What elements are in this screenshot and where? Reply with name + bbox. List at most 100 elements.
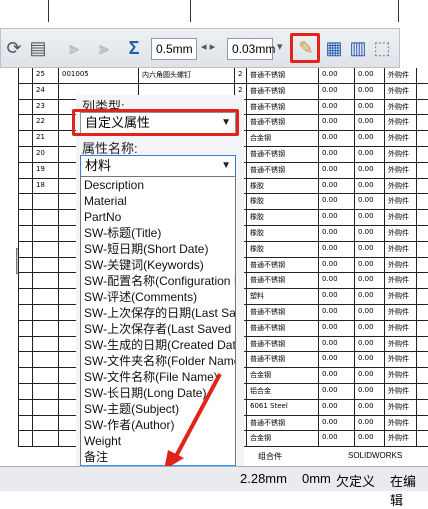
table-cell-note: 外购件 [388, 387, 409, 395]
table-gridline [384, 399, 385, 415]
table-gridline [18, 178, 19, 194]
table-gridline [58, 194, 59, 210]
table-gridline [384, 336, 385, 352]
table-gridline [354, 147, 355, 162]
table-gridline [384, 226, 385, 241]
dropdown-option[interactable]: Description [81, 177, 235, 193]
table-gridline [318, 352, 319, 368]
table-gridline [318, 162, 319, 178]
sum-icon[interactable]: Σ [123, 37, 145, 59]
table-gridline [416, 241, 417, 257]
dropdown-option[interactable]: SW-上次保存的日期(Last Saved Date) [81, 305, 235, 321]
table-gridline [18, 289, 19, 304]
table-cell-w2: 0.00 [358, 180, 374, 189]
property-name-select[interactable]: 材料 ▼ [80, 155, 236, 177]
align-center-icon[interactable]: ⫸ [93, 37, 115, 59]
table-cell-w2: 0.00 [358, 212, 374, 221]
highlight-box-toolbar [290, 33, 320, 63]
table-gridline [416, 115, 417, 131]
table-gridline [416, 210, 417, 225]
table-cell-w1: 0.00 [322, 243, 338, 252]
table-gridline [416, 131, 417, 146]
grid-icon[interactable]: ▦ [323, 37, 345, 59]
table-cell-w2: 0.00 [358, 307, 374, 315]
dropdown-option[interactable]: SW-配置名称(Configuration Name) [81, 273, 235, 289]
table-gridline [354, 399, 355, 415]
dashed-grid-icon[interactable]: ⬚ [371, 37, 393, 59]
table-cell-w1: 0.00 [322, 291, 338, 300]
dropdown-option[interactable]: SW-上次保存者(Last Saved By) [81, 321, 235, 337]
table-cell-note: 外购件 [388, 86, 409, 95]
table-cell-no: 21 [36, 133, 45, 142]
table-gridline [246, 399, 247, 415]
row-height-input[interactable]: 0.5mm [151, 38, 197, 60]
table-cell-w1: 0.00 [322, 228, 338, 236]
table-icon[interactable]: ▤ [27, 37, 49, 59]
table-gridline [354, 115, 355, 131]
table-gridline [384, 257, 385, 273]
spinner-icon[interactable]: ◂ ▸ [201, 40, 215, 53]
dropdown-option[interactable]: SW-文件夹名称(Folder Name) [81, 353, 235, 369]
table-gridline [354, 68, 355, 83]
table-gridline [58, 257, 59, 273]
table-cell-mat: 普通不锈钢 [250, 355, 285, 364]
table-cell-mat: 合金钢 [250, 434, 271, 443]
rotate-icon[interactable]: ⟳ [3, 37, 25, 59]
table-cell-no: 25 [36, 70, 45, 78]
table-gridline [246, 226, 247, 241]
table-toolbar: ⟳ ▤ ⫸ ⫸ Σ 0.5mm ◂ ▸ 0.03mm ▾ ✎ ▦ ▥ ⬚ [0, 28, 400, 68]
table-gridline [18, 131, 19, 146]
table-gridline [58, 115, 59, 131]
table-layout-icon[interactable]: ▥ [347, 37, 369, 59]
table-cell-w1: 0.00 [322, 354, 338, 363]
table-cell-mat: 普通不锈钢 [250, 71, 285, 79]
dropdown-option[interactable]: SW-标题(Title) [81, 225, 235, 241]
table-gridline [58, 415, 59, 431]
table-gridline [18, 210, 19, 225]
table-gridline [318, 147, 319, 162]
dropdown-option[interactable]: PartNo [81, 209, 235, 225]
table-cell-note: 外购件 [388, 71, 409, 79]
table-cell-w1: 0.00 [322, 386, 338, 394]
table-gridline [32, 131, 33, 146]
column-width-input[interactable]: 0.03mm [227, 38, 275, 60]
align-left-icon[interactable]: ⫸ [63, 37, 85, 59]
table-gridline [58, 178, 59, 194]
dropdown-option[interactable]: SW-生成的日期(Created Date) [81, 337, 235, 353]
table-cell-mat: 普通不锈钢 [250, 150, 285, 158]
table-gridline [246, 415, 247, 431]
table-gridline [354, 336, 355, 352]
table-gridline [354, 431, 355, 447]
table-cell-note: 外购件 [388, 181, 409, 190]
table-gridline [58, 162, 59, 178]
chevron-down-icon[interactable]: ▾ [277, 40, 283, 53]
dropdown-option[interactable]: Material [81, 193, 235, 209]
table-gridline [32, 83, 33, 99]
table-gridline [58, 99, 59, 115]
table-gridline [416, 415, 417, 431]
table-cell-mat: 普通不锈钢 [250, 118, 285, 127]
dropdown-option[interactable]: SW-关键词(Keywords) [81, 257, 235, 273]
table-gridline [32, 147, 33, 162]
table-gridline [416, 68, 417, 83]
dropdown-option[interactable]: SW-短日期(Short Date) [81, 241, 235, 257]
table-gridline [318, 194, 319, 210]
table-gridline [354, 226, 355, 241]
table-cell-mat: 橡胶 [250, 244, 264, 253]
status-definition: 欠定义 [336, 474, 376, 489]
table-gridline [58, 147, 59, 162]
table-cell-mat: 普通不锈钢 [250, 323, 285, 332]
table-gridline [416, 178, 417, 194]
table-cell-no: 20 [36, 149, 45, 157]
table-cell-w1: 0.00 [322, 85, 338, 94]
table-cell-w2: 0.00 [358, 117, 374, 126]
table-cell-mat: 普通不锈钢 [250, 276, 285, 285]
table-cell-no: 24 [36, 85, 45, 94]
footer-material: 组合件 [258, 452, 282, 462]
table-cell-note: 外购件 [388, 213, 409, 222]
table-gridline [58, 131, 59, 146]
table-gridline [354, 131, 355, 146]
table-gridline [318, 289, 319, 304]
dropdown-option[interactable]: SW-评述(Comments) [81, 289, 235, 305]
table-cell-note: 外购件 [388, 134, 409, 143]
